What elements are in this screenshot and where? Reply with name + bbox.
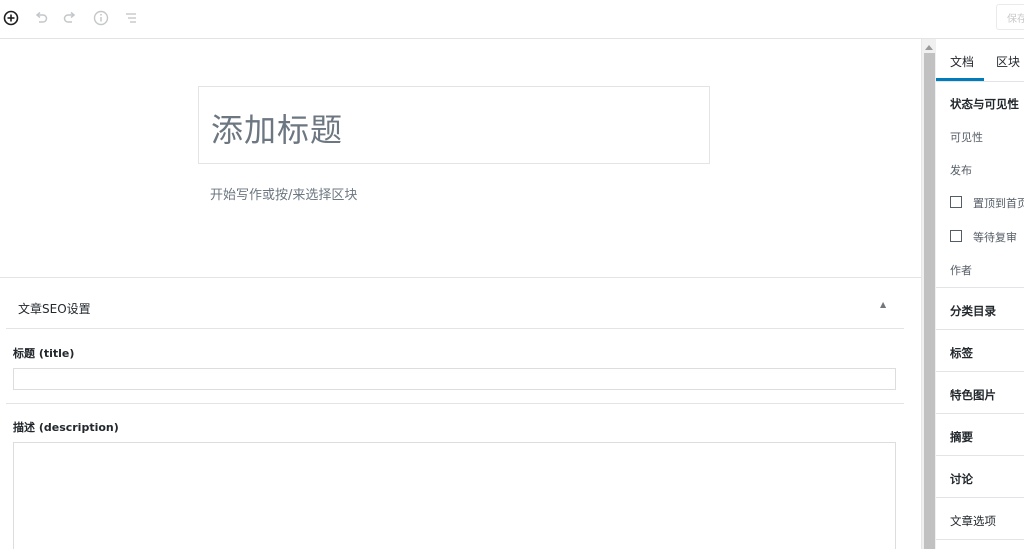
info-icon[interactable] bbox=[90, 7, 112, 29]
undo-icon[interactable] bbox=[30, 7, 52, 29]
seo-panel-header[interactable]: 文章SEO设置 ▲ bbox=[6, 278, 904, 329]
seo-title-label: 标题 (title) bbox=[13, 347, 75, 360]
divider bbox=[936, 329, 1024, 330]
seo-description-input[interactable] bbox=[13, 442, 896, 549]
divider bbox=[936, 455, 1024, 456]
editor-scrollbar[interactable] bbox=[921, 39, 937, 549]
pending-review-label: 等待复审 bbox=[973, 231, 1017, 244]
scroll-up-arrow-icon[interactable] bbox=[925, 45, 933, 50]
stick-to-top-checkbox[interactable] bbox=[950, 196, 962, 208]
divider bbox=[936, 371, 1024, 372]
settings-sidebar: 文档 区块 状态与可见性 可见性 发布 置顶到首页 等待复审 作者 分类目录 标… bbox=[936, 39, 1024, 549]
seo-title-input[interactable] bbox=[13, 368, 896, 390]
sidebar-panel-featured-image[interactable]: 特色图片 bbox=[950, 387, 996, 403]
scrollbar-thumb[interactable] bbox=[924, 53, 935, 549]
sidebar-tabs: 文档 区块 bbox=[936, 39, 1024, 82]
add-block-icon[interactable] bbox=[0, 7, 22, 29]
collapse-toggle-icon[interactable]: ▲ bbox=[880, 300, 886, 309]
divider bbox=[936, 287, 1024, 288]
block-appender[interactable]: 开始写作或按/来选择区块 bbox=[210, 184, 357, 203]
seo-panel-title: 文章SEO设置 bbox=[18, 302, 91, 316]
divider bbox=[936, 497, 1024, 498]
divider bbox=[936, 413, 1024, 414]
save-draft-button[interactable]: 保存草稿 bbox=[996, 4, 1024, 30]
post-title-placeholder: 添加标题 bbox=[211, 111, 344, 149]
stick-to-top-label: 置顶到首页 bbox=[973, 197, 1024, 210]
editor-canvas: 添加标题 开始写作或按/来选择区块 文章SEO设置 ▲ 标题 (title) 描… bbox=[0, 39, 921, 549]
redo-icon[interactable] bbox=[59, 7, 81, 29]
sidebar-panel-post-options[interactable]: 文章选项 bbox=[950, 513, 996, 529]
publish-label: 发布 bbox=[950, 164, 972, 177]
post-title-field[interactable]: 添加标题 bbox=[198, 86, 710, 164]
seo-description-label: 描述 (description) bbox=[13, 421, 119, 434]
sidebar-panel-categories[interactable]: 分类目录 bbox=[950, 303, 996, 319]
editor-toolbar: 保存草稿 bbox=[0, 0, 1024, 39]
tab-document[interactable]: 文档 bbox=[950, 53, 974, 70]
sidebar-panel-tags[interactable]: 标签 bbox=[950, 345, 973, 361]
divider bbox=[936, 539, 1024, 540]
status-visibility-toggle[interactable]: 状态与可见性 bbox=[950, 96, 1019, 112]
seo-settings-panel: 文章SEO设置 ▲ 标题 (title) 描述 (description) bbox=[0, 277, 921, 549]
outline-icon[interactable] bbox=[120, 7, 142, 29]
pending-review-checkbox[interactable] bbox=[950, 230, 962, 242]
visibility-label: 可见性 bbox=[950, 131, 983, 144]
sidebar-panel-excerpt[interactable]: 摘要 bbox=[950, 429, 973, 445]
author-label: 作者 bbox=[950, 264, 972, 277]
active-tab-indicator bbox=[936, 78, 984, 81]
tab-block[interactable]: 区块 bbox=[996, 53, 1020, 70]
divider bbox=[6, 403, 904, 404]
sidebar-panel-discussion[interactable]: 讨论 bbox=[950, 471, 973, 487]
